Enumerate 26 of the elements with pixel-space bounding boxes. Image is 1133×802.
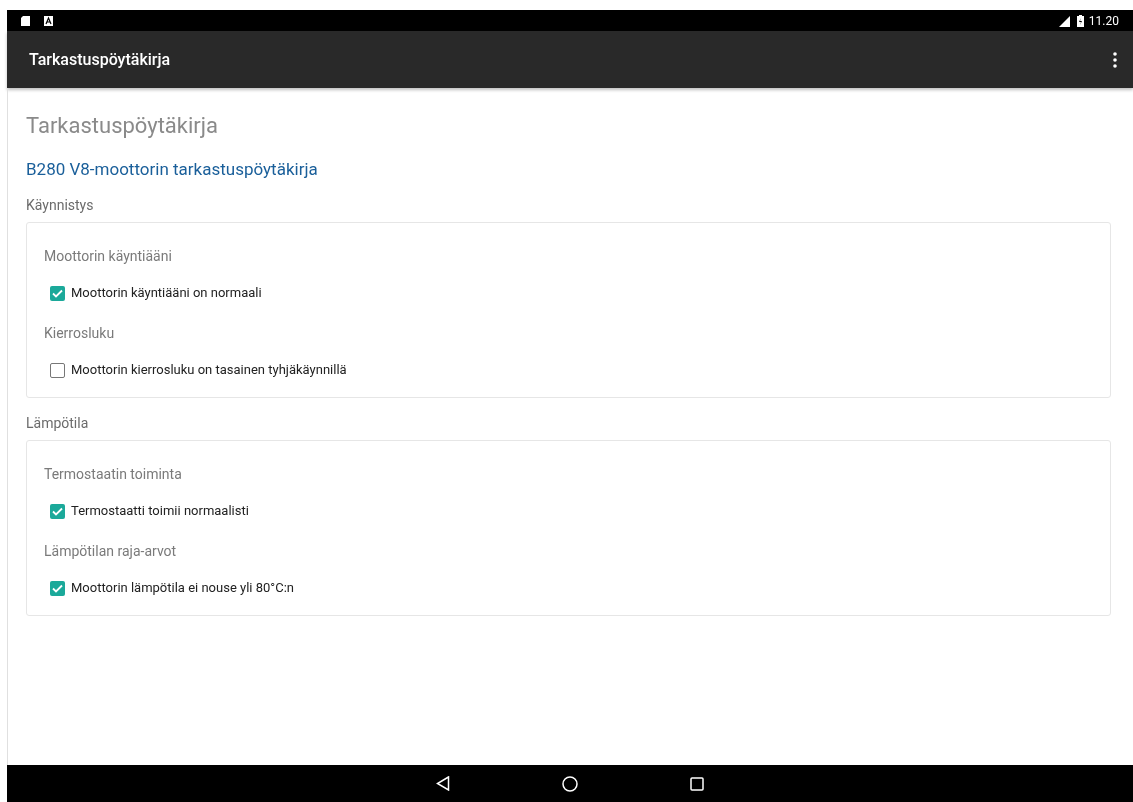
form-title: B280 V8-moottorin tarkastuspöytäkirja bbox=[26, 158, 319, 180]
battery-icon bbox=[1076, 14, 1084, 27]
status-time: 11.20 bbox=[1088, 12, 1119, 30]
app-title: Tarkastuspöytäkirja bbox=[29, 48, 172, 71]
checkbox-option[interactable]: Moottorin käyntiääni on normaali bbox=[50, 284, 262, 302]
question-label: Termostaatin toiminta bbox=[44, 465, 183, 483]
checkbox-option[interactable]: Moottorin lämpötila ei nouse yli 80°C:n bbox=[50, 579, 294, 597]
recents-icon[interactable] bbox=[690, 776, 704, 791]
checkbox[interactable] bbox=[50, 503, 65, 519]
home-icon[interactable] bbox=[562, 775, 578, 792]
checkbox[interactable] bbox=[50, 285, 65, 301]
page-heading: Tarkastuspöytäkirja bbox=[26, 112, 219, 140]
checkbox-option[interactable]: Moottorin kierrosluku on tasainen tyhjäkäynnillä bbox=[50, 361, 347, 379]
more-icon bbox=[1113, 51, 1117, 68]
back-icon[interactable] bbox=[436, 776, 450, 791]
overflow-menu-button[interactable] bbox=[1111, 49, 1119, 70]
question-label: Kierrosluku bbox=[44, 324, 116, 342]
question-label: Moottorin käyntiääni bbox=[44, 247, 173, 265]
checkbox[interactable] bbox=[50, 580, 65, 596]
font-icon bbox=[44, 15, 53, 26]
sd-card-icon bbox=[21, 15, 30, 26]
section-title: Lämpötila bbox=[26, 414, 90, 432]
checkbox-option[interactable]: Termostaatti toimii normaalisti bbox=[50, 502, 249, 520]
section-title: Käynnistys bbox=[26, 196, 95, 214]
question-label: Lämpötilan raja-arvot bbox=[44, 542, 178, 560]
checkbox[interactable] bbox=[50, 362, 65, 378]
